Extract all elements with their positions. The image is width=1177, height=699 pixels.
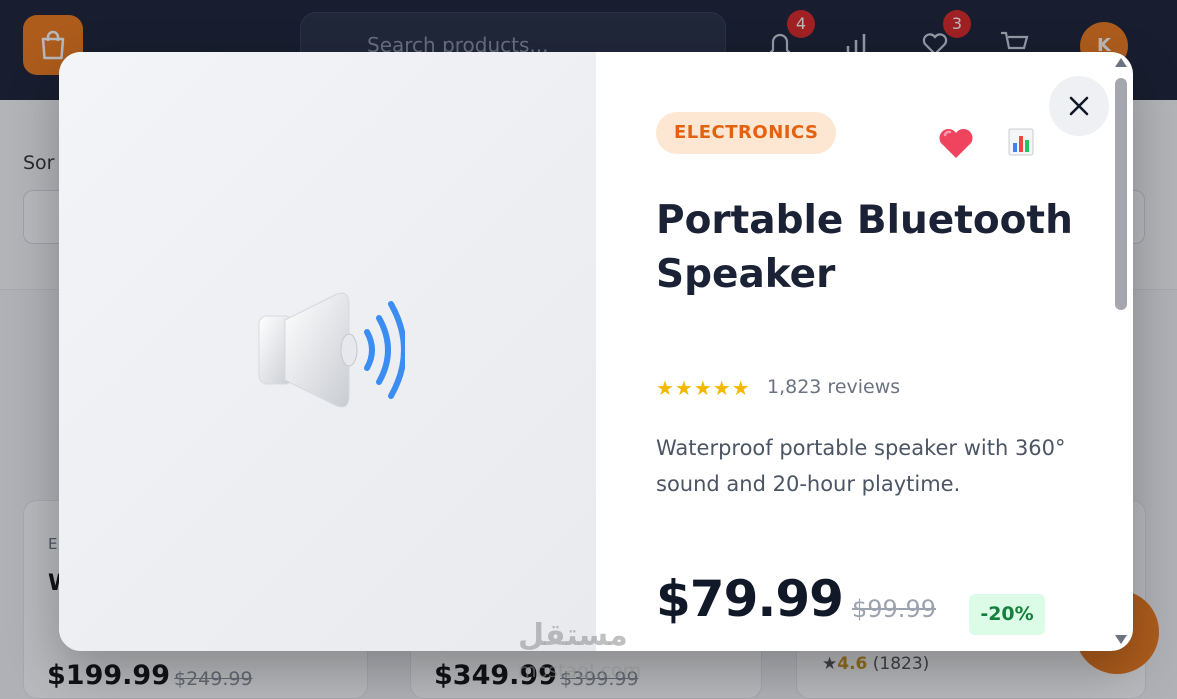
close-icon bbox=[1069, 96, 1089, 116]
favorite-heart-icon[interactable] bbox=[936, 122, 976, 162]
product-title: Portable Bluetooth Speaker bbox=[656, 198, 1073, 297]
scroll-down-arrow-icon[interactable] bbox=[1115, 635, 1127, 644]
product-description: Waterproof portable speaker with 360° so… bbox=[656, 436, 1066, 496]
category-badge: ELECTRONICS bbox=[656, 112, 837, 154]
modal-scrollbar[interactable] bbox=[1109, 52, 1133, 651]
discount-badge: -20% bbox=[969, 594, 1045, 635]
review-count[interactable]: 1,823 reviews bbox=[767, 376, 900, 398]
rating-stars: ★★★★★ bbox=[656, 376, 751, 400]
compare-chart-icon[interactable] bbox=[1008, 128, 1034, 156]
scroll-up-arrow-icon[interactable] bbox=[1115, 58, 1127, 67]
scroll-thumb[interactable] bbox=[1115, 78, 1127, 310]
product-image-panel bbox=[59, 52, 596, 651]
close-button[interactable] bbox=[1049, 76, 1109, 136]
watermark-url: mostaql.com bbox=[518, 660, 642, 682]
watermark-logo: مستقل bbox=[518, 618, 628, 653]
current-price: $79.99 bbox=[656, 570, 844, 628]
product-details-panel: ELECTRONICS Portable Bluetooth Speaker ★… bbox=[596, 52, 1133, 651]
product-quick-view-modal: ELECTRONICS Portable Bluetooth Speaker ★… bbox=[59, 52, 1133, 651]
speaker-icon bbox=[258, 292, 405, 408]
original-price: $99.99 bbox=[852, 595, 936, 623]
